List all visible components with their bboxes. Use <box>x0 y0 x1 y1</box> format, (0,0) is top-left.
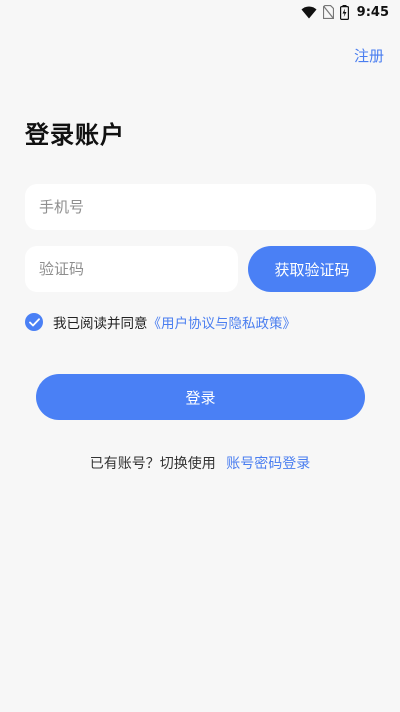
agreement-text: 我已阅读并同意 <box>53 316 148 332</box>
status-bar: 9:45 <box>0 0 400 24</box>
code-field[interactable] <box>25 246 238 292</box>
login-button[interactable]: 登录 <box>36 374 365 420</box>
phone-input[interactable] <box>37 197 376 217</box>
check-icon <box>28 317 40 326</box>
get-code-button[interactable]: 获取验证码 <box>248 246 376 292</box>
register-link[interactable]: 注册 <box>354 45 384 66</box>
password-login-link[interactable]: 账号密码登录 <box>226 456 310 472</box>
wifi-icon <box>301 6 317 18</box>
policy-link[interactable]: 《用户协议与隐私政策》 <box>148 312 297 332</box>
battery-charging-icon <box>339 4 349 20</box>
status-time: 9:45 <box>356 4 389 20</box>
agreement-row: 我已阅读并同意 《用户协议与隐私政策》 <box>25 312 296 332</box>
agreement-checkbox[interactable] <box>25 313 43 331</box>
switch-login-row: 已有账号？切换使用 账号密码登录 <box>0 453 400 473</box>
code-input[interactable] <box>37 259 238 279</box>
phone-field[interactable] <box>25 184 376 230</box>
switch-text: 已有账号？切换使用 <box>89 456 216 472</box>
page-title: 登录账户 <box>25 121 125 149</box>
no-sim-icon <box>322 5 334 19</box>
